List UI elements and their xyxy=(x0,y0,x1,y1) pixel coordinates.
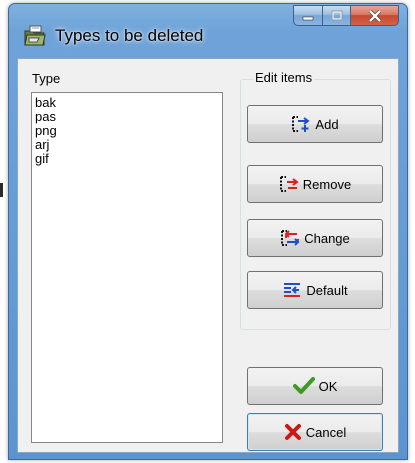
dialog-window: Types to be deleted Type bak pas png arj… xyxy=(8,3,408,460)
default-button-label: Default xyxy=(306,282,348,298)
edit-items-caption: Edit items xyxy=(253,70,315,85)
change-button[interactable]: Change xyxy=(247,219,383,257)
default-list-icon xyxy=(282,281,302,299)
list-item[interactable]: arj xyxy=(34,138,220,152)
remove-item-icon xyxy=(279,175,299,193)
maximize-icon xyxy=(331,10,342,21)
dialog-client-area: Type bak pas png arj gif Edit items Add xyxy=(17,58,399,453)
add-button-label: Add xyxy=(315,116,339,132)
list-item[interactable]: gif xyxy=(34,152,220,166)
background-edge-mark xyxy=(0,183,3,197)
cancel-button[interactable]: Cancel xyxy=(247,413,383,451)
close-button[interactable] xyxy=(351,5,399,26)
list-item[interactable]: bak xyxy=(34,96,220,110)
minimize-button[interactable] xyxy=(293,5,323,26)
cancel-x-icon xyxy=(284,423,302,441)
close-icon xyxy=(368,9,381,22)
remove-button[interactable]: Remove xyxy=(247,165,383,203)
change-button-label: Change xyxy=(304,230,350,246)
cancel-button-label: Cancel xyxy=(305,424,347,440)
window-title: Types to be deleted xyxy=(55,26,204,45)
list-item[interactable]: pas xyxy=(34,110,220,124)
maximize-button[interactable] xyxy=(323,5,351,26)
type-column-label: Type xyxy=(32,71,61,86)
remove-button-label: Remove xyxy=(302,176,352,192)
app-icon xyxy=(24,25,46,46)
add-item-icon xyxy=(291,115,311,133)
list-item[interactable]: png xyxy=(34,124,220,138)
checkmark-icon xyxy=(292,377,315,395)
ok-button[interactable]: OK xyxy=(247,367,383,405)
minimize-icon xyxy=(302,16,314,20)
add-button[interactable]: Add xyxy=(247,105,383,143)
types-listbox[interactable]: bak pas png arj gif xyxy=(31,92,223,443)
change-item-icon xyxy=(280,229,300,247)
ok-button-label: OK xyxy=(318,378,338,394)
default-button[interactable]: Default xyxy=(247,271,383,309)
title-bar[interactable]: Types to be deleted xyxy=(9,4,407,58)
